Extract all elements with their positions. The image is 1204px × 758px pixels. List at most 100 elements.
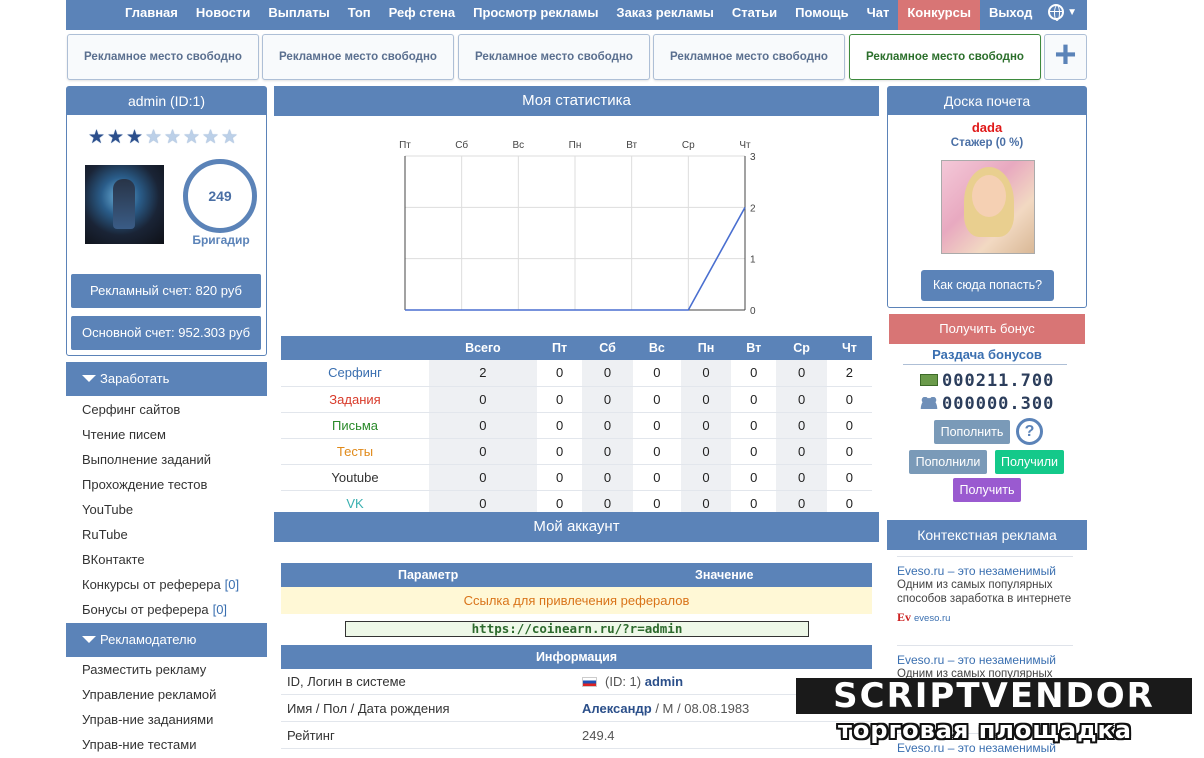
how-to-get-here-button[interactable]: Как сюда попасть? xyxy=(921,270,1054,301)
stats-cell: 0 xyxy=(582,386,633,413)
get-bonus-button[interactable]: Получить бонус xyxy=(889,314,1085,344)
topup-button[interactable]: Пополнить xyxy=(934,420,1010,444)
topped-up-button[interactable]: Пополнили xyxy=(909,450,987,474)
main-account-button[interactable]: Основной счет: 952.303 руб xyxy=(71,316,261,350)
stats-cell: 0 xyxy=(731,386,777,413)
star-icon: ★ xyxy=(164,127,182,148)
stats-cell: 0 xyxy=(536,412,583,439)
watermark: SCRIPTVENDOR торговая площадка xyxy=(796,678,1192,748)
stats-cell: 0 xyxy=(632,464,681,491)
context-ad-item[interactable]: Eveso.ru – это незаменимый Одним из самы… xyxy=(897,556,1073,625)
avatar[interactable] xyxy=(85,165,164,244)
rating-ring: 249 xyxy=(183,159,257,233)
user-id: (ID: 1) xyxy=(605,674,642,689)
menu-item[interactable]: YouTube xyxy=(82,502,133,517)
menu-adv-toggle[interactable]: Рекламодателю xyxy=(66,623,267,657)
menu-item[interactable]: Бонусы от реферера [0] xyxy=(82,602,227,617)
menu-item[interactable]: Серфинг сайтов xyxy=(82,402,180,417)
honor-name[interactable]: dada xyxy=(888,120,1086,135)
context-ads-title: Контекстная реклама xyxy=(887,520,1087,550)
get-button[interactable]: Получить xyxy=(953,478,1021,502)
menu-item[interactable]: Управление рекламой xyxy=(82,687,216,702)
russia-flag-icon xyxy=(582,677,597,687)
add-ad-button[interactable]: + xyxy=(1044,34,1087,80)
nav-item[interactable]: Реф стена xyxy=(380,0,464,30)
stats-cell: 0 xyxy=(826,386,872,413)
menu-item[interactable]: Чтение писем xyxy=(82,427,166,442)
bonus-title[interactable]: Раздача бонусов xyxy=(887,347,1087,362)
info-key: Рейтинг xyxy=(287,728,335,743)
caret-down-icon xyxy=(82,375,96,382)
stats-header: Пт xyxy=(536,336,583,360)
stats-row-label[interactable]: Тесты xyxy=(281,438,429,465)
stats-row-label[interactable]: Задания xyxy=(281,386,429,413)
table-row: Тесты 0 0 0 0 0 0 0 0 xyxy=(281,438,872,465)
nav-item[interactable]: Чат xyxy=(858,0,899,30)
received-button[interactable]: Получили xyxy=(995,450,1064,474)
ad-slot[interactable]: Рекламное место свободно xyxy=(67,34,259,80)
stats-cell: 0 xyxy=(731,412,777,439)
stats-row-label[interactable]: Серфинг xyxy=(281,360,429,387)
nav-item[interactable]: Топ xyxy=(339,0,380,30)
stats-cell: 0 xyxy=(776,464,827,491)
stats-header: Чт xyxy=(826,336,872,360)
stats-header: Вс xyxy=(632,336,681,360)
menu-item[interactable]: Выполнение заданий xyxy=(82,452,211,467)
menu-item[interactable]: Управ-ние заданиями xyxy=(82,712,213,727)
ad-account-button[interactable]: Рекламный счет: 820 руб xyxy=(71,274,261,308)
money-counter: 000211.700 xyxy=(920,371,1054,391)
nav-item[interactable]: Выход xyxy=(980,0,1041,30)
ad-slot[interactable]: Рекламное место свободно xyxy=(262,34,454,80)
col-value: Значение xyxy=(695,568,754,582)
ad-slot[interactable]: Рекламное место свободно xyxy=(653,34,845,80)
menu-item[interactable]: Управ-ние тестами xyxy=(82,737,196,752)
stats-cell: 0 xyxy=(632,438,681,465)
nav-item[interactable]: Статьи xyxy=(723,0,786,30)
watermark-bottom: торговая площадка xyxy=(838,716,1132,744)
info-key: Имя / Пол / Дата рождения xyxy=(287,701,450,716)
menu-item[interactable]: Разместить рекламу xyxy=(82,662,206,677)
menu-item[interactable]: RuTube xyxy=(82,527,128,542)
stats-cell: 0 xyxy=(582,464,633,491)
info-key: ID, Логин в системе xyxy=(287,674,406,689)
nav-item[interactable]: Новости xyxy=(187,0,260,30)
star-icon: ★ xyxy=(88,127,106,148)
stats-row-label[interactable]: Youtube xyxy=(281,464,429,491)
nav-item[interactable]: Помощь xyxy=(786,0,857,30)
context-ad-title[interactable]: Eveso.ru – это незаменимый xyxy=(897,564,1073,578)
stats-chart: Пт Сб Вс Пн Вт Ср Чт 0 1 2 3 xyxy=(399,139,756,317)
y-tick-label: 1 xyxy=(750,255,756,266)
cash-icon xyxy=(920,374,938,386)
table-row: Youtube 0 0 0 0 0 0 0 0 xyxy=(281,464,872,491)
stats-cell: 0 xyxy=(632,386,681,413)
nav-item[interactable]: Просмотр рекламы xyxy=(464,0,607,30)
context-ad-title[interactable]: Eveso.ru – это незаменимый xyxy=(897,653,1073,667)
menu-item[interactable]: Прохождение тестов xyxy=(82,477,207,492)
nav-item[interactable]: Конкурсы xyxy=(898,0,980,30)
ref-link-field[interactable]: https://coinearn.ru/?r=admin xyxy=(345,621,809,637)
stats-cell: 2 xyxy=(826,360,872,387)
nav-item[interactable]: Главная xyxy=(116,0,187,30)
star-icon: ★ xyxy=(183,127,201,148)
user-login[interactable]: admin xyxy=(645,674,683,689)
language-selector[interactable]: ▼ xyxy=(1048,4,1077,21)
stats-cell: 0 xyxy=(681,412,732,439)
menu-earn-toggle[interactable]: Заработать xyxy=(66,362,267,396)
ad-slot[interactable]: Рекламное место свободно xyxy=(458,34,650,80)
ad-slot[interactable]: Рекламное место свободно xyxy=(849,34,1041,80)
menu-item[interactable]: ВКонтакте xyxy=(82,552,145,567)
stats-cell: 0 xyxy=(731,360,777,387)
menu-item[interactable]: Конкурсы от реферера [0] xyxy=(82,577,239,592)
context-ad-src: eveso.ru xyxy=(914,613,951,624)
stats-cell: 0 xyxy=(632,360,681,387)
x-tick-label: Чт xyxy=(739,140,751,151)
users-icon xyxy=(920,397,938,409)
stats-row-label[interactable]: Письма xyxy=(281,412,429,439)
help-icon[interactable]: ? xyxy=(1016,418,1043,445)
nav-item[interactable]: Выплаты xyxy=(259,0,338,30)
nav-item[interactable]: Заказ рекламы xyxy=(607,0,722,30)
stats-cell: 0 xyxy=(826,464,872,491)
info-row-login: ID, Логин в системе (ID: 1) admin xyxy=(281,669,872,695)
x-tick-label: Вс xyxy=(512,140,524,151)
users-counter: 000000.300 xyxy=(920,394,1054,414)
